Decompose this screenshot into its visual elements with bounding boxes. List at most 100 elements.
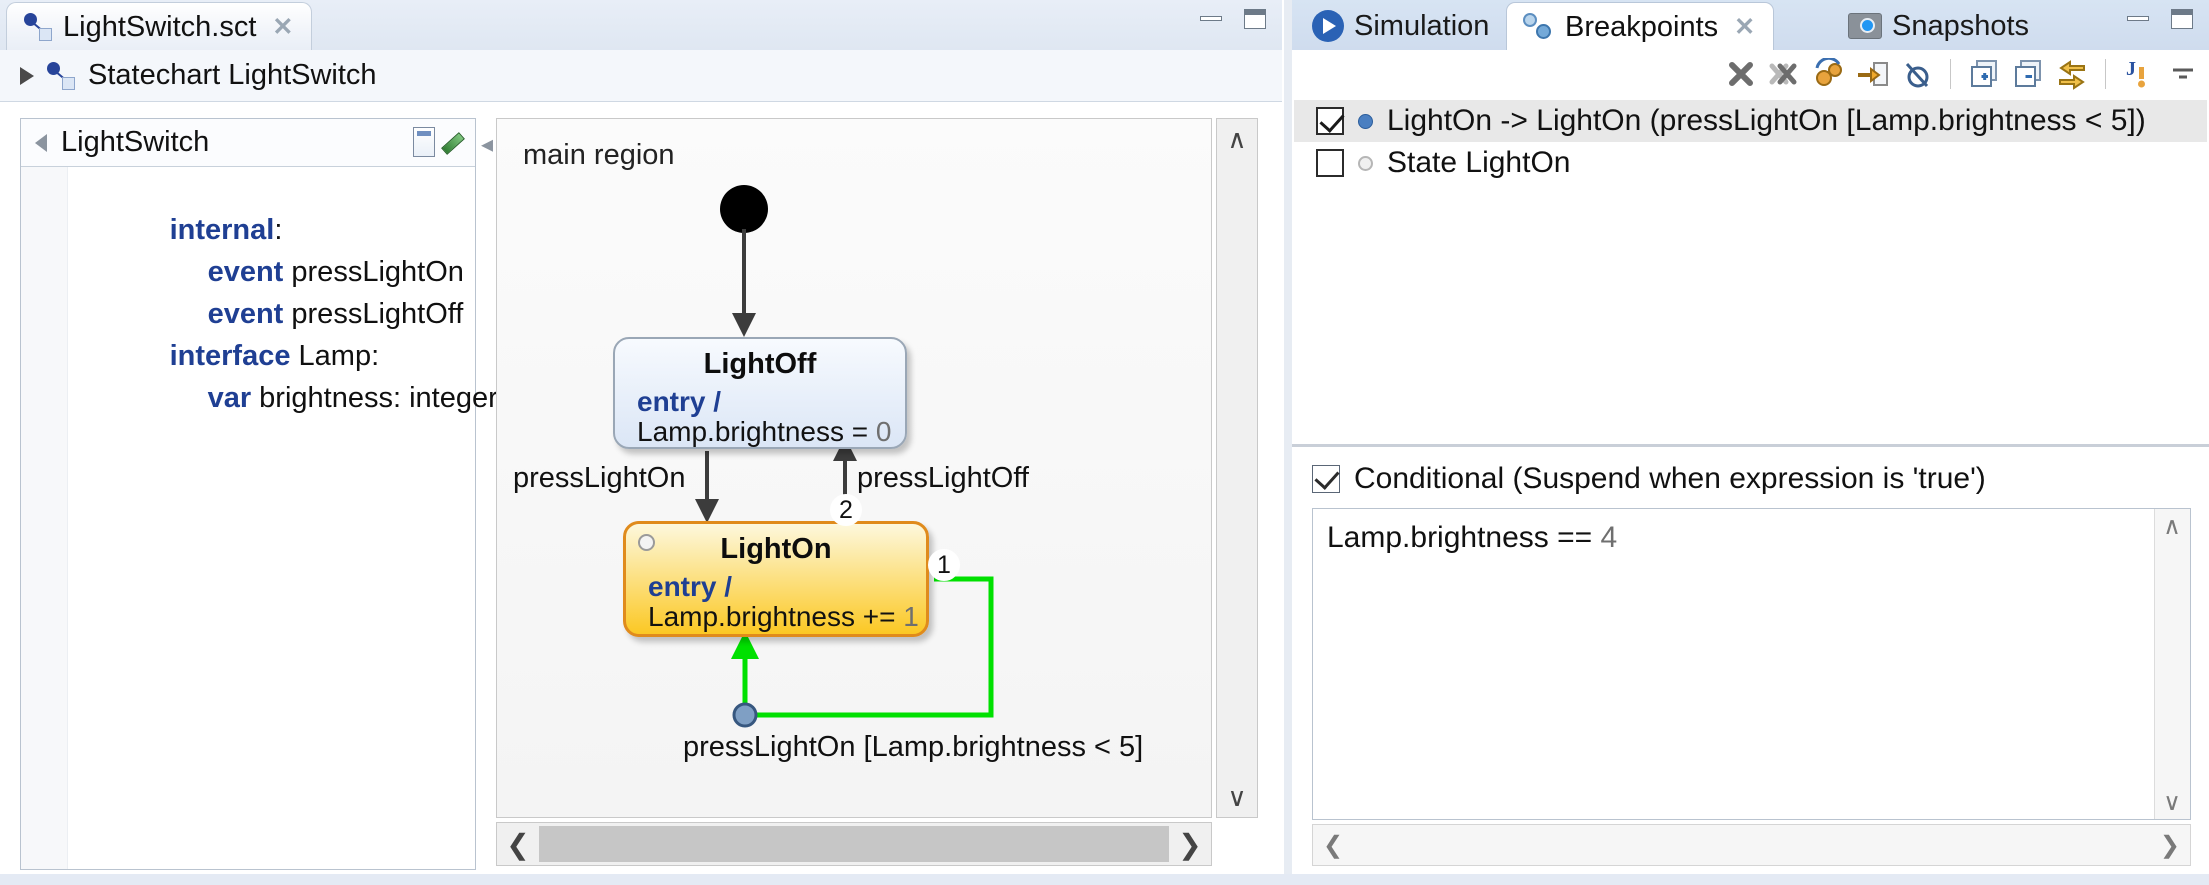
scroll-down-icon[interactable]: ∨ xyxy=(1217,777,1257,817)
diagram-canvas[interactable]: main region LightOff entry / Lamp.bright… xyxy=(496,118,1212,818)
tab-label: LightSwitch.sct xyxy=(63,10,257,43)
view-tabstrip: Simulation Breakpoints ✕ Snapshots xyxy=(1292,0,2209,52)
editor-tabstrip: LightSwitch.sct ✕ xyxy=(0,0,1282,52)
scroll-left-icon[interactable]: ❮ xyxy=(497,828,539,861)
panel-separator[interactable] xyxy=(1292,444,2209,447)
minimize-icon[interactable] xyxy=(2125,8,2151,30)
editor-window-controls xyxy=(1198,8,1268,30)
breakpoint-properties-icon[interactable] xyxy=(1813,56,1845,90)
tab-lightswitch-sct[interactable]: LightSwitch.sct ✕ xyxy=(6,2,313,52)
keyword: var xyxy=(207,382,252,414)
breakpoint-enabled-checkbox[interactable] xyxy=(1316,149,1344,177)
scroll-down-icon[interactable]: ∨ xyxy=(2155,785,2189,819)
toolbar-separator xyxy=(1950,59,1951,89)
maximize-icon[interactable] xyxy=(1242,8,1268,30)
triangle-right-icon[interactable] xyxy=(20,66,34,85)
transition-order-1: 1 xyxy=(928,549,960,581)
link-with-debug-view-icon[interactable] xyxy=(2056,58,2088,90)
tab-snapshots[interactable]: Snapshots xyxy=(1832,2,2047,50)
go-to-file-icon[interactable] xyxy=(1857,58,1889,90)
java-exception-breakpoint-icon[interactable]: J xyxy=(2123,58,2155,90)
breakpoints-toolbar: J xyxy=(1292,50,2209,98)
svg-text:J: J xyxy=(2126,58,2136,80)
view-window-controls xyxy=(2125,8,2195,30)
expression-horizontal-scrollbar[interactable]: ❮ ❯ xyxy=(1312,824,2191,866)
camera-icon xyxy=(1848,13,1882,39)
state-name: LightOn xyxy=(720,533,832,565)
skip-all-breakpoints-icon[interactable] xyxy=(1901,58,1933,90)
view-menu-icon[interactable] xyxy=(2167,58,2199,90)
breakpoint-icon xyxy=(1358,155,1373,171)
state-entry-action: entry / Lamp.brightness += 1 xyxy=(626,572,926,632)
minimize-icon[interactable] xyxy=(1198,8,1224,30)
diagram-horizontal-scrollbar[interactable]: ❮ ❯ xyxy=(496,822,1212,866)
breakpoint-enabled-checkbox[interactable] xyxy=(1316,107,1344,135)
scroll-right-icon[interactable]: ❯ xyxy=(1169,828,1211,861)
breakpoints-window: Simulation Breakpoints ✕ Snapshots J Lig… xyxy=(1292,0,2209,885)
expand-all-icon[interactable] xyxy=(1968,58,2000,90)
transition-label-presslighton[interactable]: pressLightOn xyxy=(513,462,686,495)
diagram-vertical-scrollbar[interactable]: ∧ ∨ xyxy=(1216,118,1258,818)
declarations-body[interactable]: internal: event pressLightOn event press… xyxy=(21,167,498,869)
transition-order-2: 2 xyxy=(830,494,862,526)
initial-state-node xyxy=(720,185,768,233)
expression-value: 4 xyxy=(1600,521,1618,554)
expression-code: Lamp.brightness == xyxy=(1327,521,1601,554)
expression-text: Lamp.brightness == 4 xyxy=(1327,521,1617,555)
tab-label: Breakpoints xyxy=(1565,10,1719,43)
breakpoint-label: State LightOn xyxy=(1387,146,1571,179)
note-icon[interactable] xyxy=(413,127,435,157)
breakpoint-row-transition[interactable]: LightOn -> LightOn (pressLightOn [Lamp.b… xyxy=(1294,100,2207,142)
eclipse-window: LightSwitch.sct ✕ Statechart LightSwitch… xyxy=(0,0,2209,885)
transition-label-self[interactable]: pressLightOn [Lamp.brightness < 5] xyxy=(683,731,1143,764)
pen-icon[interactable] xyxy=(439,129,465,155)
editor-window: LightSwitch.sct ✕ Statechart LightSwitch… xyxy=(0,0,1282,885)
entry-keyword: entry / xyxy=(648,571,733,602)
play-icon xyxy=(1312,10,1344,42)
scrollbar-thumb[interactable] xyxy=(539,826,1169,862)
window-splitter[interactable] xyxy=(1284,0,1292,885)
breadcrumb-label: Statechart LightSwitch xyxy=(88,59,377,91)
declarations-title: LightSwitch xyxy=(61,126,210,158)
conditional-row[interactable]: Conditional (Suspend when expression is … xyxy=(1312,462,1986,496)
action-text: Lamp.brightness += xyxy=(648,600,904,632)
state-lightoff[interactable]: LightOff entry / Lamp.brightness = 0 xyxy=(613,337,907,449)
condition-expression-editor[interactable]: Lamp.brightness == 4 ∧ ∨ xyxy=(1312,508,2191,820)
scroll-up-icon[interactable]: ∧ xyxy=(1217,119,1257,159)
breakpoint-row-state[interactable]: State LightOn xyxy=(1294,142,2207,184)
toolbar-separator xyxy=(2105,59,2106,89)
scroll-up-icon[interactable]: ∧ xyxy=(2155,509,2189,543)
close-icon[interactable]: ✕ xyxy=(1734,12,1755,42)
action-text: Lamp.brightness = xyxy=(637,415,876,447)
scroll-left-icon[interactable]: ❮ xyxy=(1323,831,1343,860)
state-name: LightOff xyxy=(703,348,817,380)
expression-vertical-scrollbar[interactable]: ∧ ∨ xyxy=(2154,509,2190,819)
state-lighton[interactable]: LightOn entry / Lamp.brightness += 1 xyxy=(623,521,929,637)
statechart-diagram[interactable]: ◂ main region LightOff entry / Lamp.brig… xyxy=(481,118,1258,870)
declarations-tools xyxy=(413,127,465,157)
breadcrumb[interactable]: Statechart LightSwitch xyxy=(0,50,1282,102)
remove-all-breakpoints-icon[interactable] xyxy=(1769,58,1801,90)
scroll-right-icon[interactable]: ❯ xyxy=(2160,831,2180,860)
breakpoints-icon xyxy=(1523,13,1555,41)
statechart-icon xyxy=(46,61,76,91)
tab-simulation[interactable]: Simulation xyxy=(1296,2,1507,50)
close-icon[interactable]: ✕ xyxy=(272,12,293,42)
state-entry-action: entry / Lamp.brightness = 0 xyxy=(615,387,905,447)
action-value: 1 xyxy=(903,600,919,632)
tab-label: Snapshots xyxy=(1892,9,2030,42)
tab-breakpoints[interactable]: Breakpoints ✕ xyxy=(1506,2,1775,52)
transition-label-presslightoff[interactable]: pressLightOff xyxy=(857,462,1029,495)
entry-keyword: entry / xyxy=(637,386,722,417)
breakpoints-list[interactable]: LightOn -> LightOn (pressLightOn [Lamp.b… xyxy=(1294,100,2207,440)
collapse-all-icon[interactable] xyxy=(2012,58,2044,90)
remove-breakpoint-icon[interactable] xyxy=(1725,58,1757,90)
maximize-icon[interactable] xyxy=(2169,8,2195,30)
state-breakpoint-icon[interactable] xyxy=(638,534,655,551)
transition-breakpoint-icon xyxy=(732,702,758,728)
breakpoint-icon xyxy=(1358,113,1373,129)
diagram-collapse-handle[interactable]: ◂ xyxy=(478,126,496,162)
statechart-icon xyxy=(23,12,53,42)
conditional-checkbox[interactable] xyxy=(1312,465,1340,493)
triangle-left-icon[interactable] xyxy=(35,133,47,152)
